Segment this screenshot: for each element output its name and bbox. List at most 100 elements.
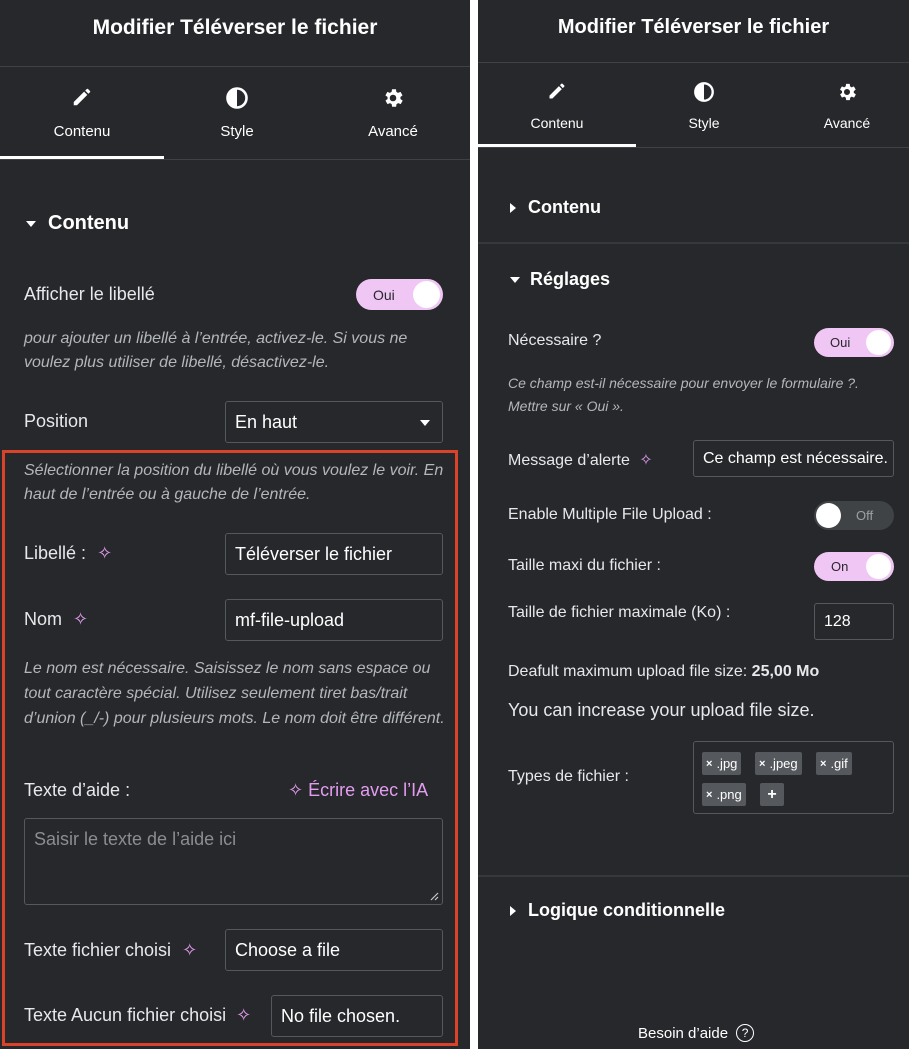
panel-header-title: Modifier Téléverser le fichier — [92, 16, 378, 39]
caret-down-icon — [510, 276, 520, 283]
max-size-label: Taille de fichier maximale (Ko) : — [508, 604, 731, 621]
help-text-label: Texte d’aide : — [24, 780, 131, 800]
label-text: Texte Aucun fichier choisi — [24, 1005, 227, 1025]
alert-message-input[interactable]: Ce champ est nécessaire. — [693, 440, 894, 477]
name-input[interactable]: mf-file-upload — [225, 599, 443, 641]
section-title: Réglages — [530, 269, 611, 289]
section-title: Logique conditionnelle — [528, 900, 725, 920]
remove-icon[interactable]: × — [706, 758, 712, 770]
required-label: Nécessaire ? — [508, 332, 602, 349]
toggle-knob — [866, 554, 891, 579]
tab-style[interactable]: Style — [636, 81, 772, 131]
label-text: Message d’alerte — [508, 452, 630, 469]
remove-icon[interactable]: × — [820, 758, 826, 770]
section-toggle-content[interactable]: Contenu — [26, 212, 129, 235]
max-size-input[interactable]: 128 — [814, 603, 894, 640]
question-circle-icon: ? — [736, 1024, 755, 1042]
chip-label: .png — [716, 787, 742, 802]
gear-icon — [840, 83, 856, 101]
show-label-label: Afficher le libellé — [24, 284, 155, 304]
ai-sparkle-icon[interactable]: ✧ — [73, 609, 88, 629]
multiple-upload-label: Enable Multiple File Upload : — [508, 506, 712, 523]
toggle-text: Off — [856, 508, 874, 523]
left-editor-panel: Modifier Téléverser le fichier Contenu S… — [0, 0, 470, 1049]
tab-style[interactable]: Style — [164, 86, 310, 140]
label-text: Nom — [24, 609, 63, 629]
label-input[interactable]: Téléverser le fichier — [225, 533, 443, 575]
no-file-label: Texte Aucun fichier choisi ✧ — [24, 1005, 251, 1026]
pencil-icon — [73, 88, 91, 106]
no-file-input[interactable]: No file chosen. — [271, 995, 443, 1037]
toggle-knob — [866, 330, 891, 355]
multiple-upload-toggle[interactable]: Off — [814, 501, 894, 530]
half-circle-icon — [226, 87, 248, 109]
default-max-value: 25,00 Mo — [751, 663, 820, 680]
tab-advanced[interactable]: Avancé — [316, 86, 470, 140]
required-hint: Ce champ est-il nécessaire pour envoyer … — [508, 375, 859, 414]
tab-label: Style — [220, 123, 254, 140]
section-toggle-conditional[interactable]: Logique conditionnelle — [510, 900, 725, 921]
ai-sparkle-icon[interactable]: ✧ — [182, 940, 197, 960]
write-with-ai-link[interactable]: ✧ Écrire avec l’IA — [288, 780, 428, 801]
textarea-placeholder: Saisir le texte de l’aide ici — [34, 829, 237, 849]
label-text: Libellé : — [24, 543, 87, 563]
help-link[interactable]: Besoin d’aide ? — [638, 1024, 755, 1042]
ai-link-text: Écrire avec l’IA — [308, 780, 429, 800]
right-editor-panel: Modifier Téléverser le fichier Contenu S… — [478, 0, 909, 1049]
remove-icon[interactable]: × — [759, 758, 765, 770]
tab-label: Avancé — [823, 115, 871, 131]
tabs-divider — [478, 147, 909, 148]
panel-header-title: Modifier Téléverser le fichier — [557, 16, 830, 38]
ai-sparkle-icon[interactable]: ✧ — [639, 452, 652, 469]
ai-sparkle-icon[interactable]: ✧ — [97, 543, 112, 563]
half-circle-icon — [694, 82, 714, 102]
section-divider — [478, 242, 909, 244]
add-file-type-button[interactable]: + — [760, 783, 784, 806]
gear-icon — [385, 89, 403, 107]
toggle-text: Oui — [373, 286, 395, 303]
section-title: Contenu — [48, 212, 130, 234]
file-type-chip[interactable]: × .png — [702, 783, 746, 806]
chip-label: .jpeg — [769, 756, 798, 771]
tab-content[interactable]: Contenu — [0, 86, 164, 140]
file-types-input[interactable]: × .jpg × .jpeg × .gif × .png + — [693, 741, 894, 814]
section-toggle-settings[interactable]: Réglages — [510, 269, 610, 290]
ai-sparkle-icon[interactable]: ✧ — [236, 1005, 251, 1025]
file-type-chip[interactable]: × .jpg — [702, 752, 742, 775]
default-max-size-text: Deafult maximum upload file size: 25,00 … — [508, 663, 819, 681]
show-label-toggle[interactable]: Oui — [356, 279, 443, 310]
max-size-toggle-label: Taille maxi du fichier : — [508, 557, 661, 574]
caret-right-icon — [510, 905, 516, 916]
chip-label: .jpg — [716, 756, 738, 771]
tab-label: Contenu — [53, 123, 111, 140]
tab-content[interactable]: Contenu — [478, 81, 636, 131]
help-text: Besoin d’aide — [638, 1024, 729, 1042]
remove-icon[interactable]: × — [706, 789, 712, 801]
resize-handle-icon[interactable] — [429, 891, 439, 901]
max-size-toggle[interactable]: On — [814, 552, 894, 581]
toggle-knob — [413, 281, 440, 308]
required-toggle[interactable]: Oui — [814, 328, 894, 357]
alert-message-label: Message d’alerte ✧ — [508, 450, 653, 470]
chosen-file-input[interactable]: Choose a file — [225, 929, 443, 971]
section-title: Contenu — [528, 197, 601, 217]
tab-advanced[interactable]: Avancé — [778, 81, 909, 131]
caret-down-icon — [26, 220, 36, 227]
position-select[interactable]: En haut — [225, 401, 443, 443]
tab-label: Contenu — [530, 115, 584, 131]
chevron-down-icon — [420, 420, 430, 426]
position-select-value: En haut — [235, 411, 298, 432]
position-hint: Sélectionner la position du libellé où v… — [24, 462, 444, 503]
section-toggle-content[interactable]: Contenu — [510, 197, 601, 218]
toggle-text: Oui — [830, 335, 851, 350]
tab-label: Style — [688, 115, 720, 131]
file-type-chip[interactable]: × .jpeg — [755, 752, 802, 775]
chosen-file-label: Texte fichier choisi ✧ — [24, 940, 197, 961]
label-text: Texte fichier choisi — [24, 940, 172, 960]
increase-size-text: You can increase your upload file size. — [508, 700, 815, 720]
pencil-icon — [549, 83, 565, 99]
help-text-textarea[interactable]: Saisir le texte de l’aide ici — [24, 818, 443, 905]
toggle-text: On — [831, 559, 849, 574]
show-label-hint: pour ajouter un libellé à l’entrée, acti… — [24, 330, 408, 371]
file-type-chip[interactable]: × .gif — [816, 752, 852, 775]
